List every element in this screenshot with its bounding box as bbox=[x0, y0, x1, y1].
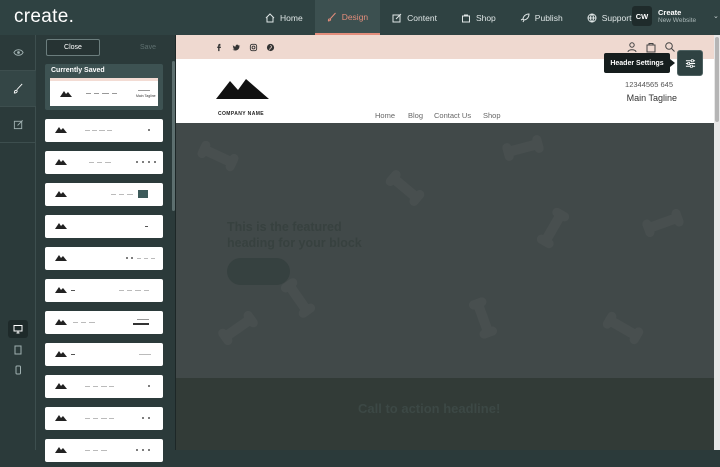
website-preview: COMPANY NAME Home Blog Contact Us Shop 1… bbox=[176, 35, 720, 450]
main-nav: Home Design Content Shop Publish Support bbox=[253, 0, 643, 35]
left-rail bbox=[0, 35, 36, 450]
app-logo[interactable]: create. bbox=[14, 6, 74, 28]
avatar[interactable]: CW bbox=[632, 6, 652, 26]
nav-publish[interactable]: Publish bbox=[508, 0, 575, 35]
currently-saved-card[interactable]: Currently Saved Main Tagline bbox=[45, 64, 163, 110]
user-name: Create bbox=[658, 8, 682, 17]
instagram-icon[interactable] bbox=[247, 41, 259, 53]
preview-scrollbar[interactable] bbox=[714, 35, 720, 450]
mobile-view-button[interactable] bbox=[8, 361, 28, 379]
currently-saved-label: Currently Saved bbox=[51, 67, 105, 74]
company-logo bbox=[216, 79, 269, 99]
design-tool-button[interactable] bbox=[0, 71, 36, 107]
preview-dim-overlay bbox=[176, 123, 714, 450]
sliders-icon bbox=[685, 58, 695, 68]
desktop-icon bbox=[13, 325, 23, 334]
facebook-icon[interactable] bbox=[213, 41, 225, 53]
site-tagline: Main Tagline bbox=[626, 93, 677, 103]
site-menu-home[interactable]: Home bbox=[375, 111, 395, 120]
edit-tool-button[interactable] bbox=[0, 107, 36, 143]
rocket-icon bbox=[520, 12, 530, 22]
twitter-icon[interactable] bbox=[230, 41, 242, 53]
brush-icon bbox=[13, 83, 23, 94]
company-name: COMPANY NAME bbox=[218, 111, 265, 117]
nav-content[interactable]: Content bbox=[380, 0, 449, 35]
bag-icon bbox=[461, 14, 470, 22]
edit-icon bbox=[392, 13, 402, 22]
preview-scrollbar-thumb[interactable] bbox=[715, 37, 719, 122]
site-phone: 12344565 645 bbox=[625, 80, 673, 89]
site-menu-shop[interactable]: Shop bbox=[483, 111, 501, 120]
header-layout-option[interactable] bbox=[45, 119, 163, 142]
tablet-view-button[interactable] bbox=[8, 341, 28, 359]
site-menu-contact[interactable]: Contact Us bbox=[434, 111, 471, 120]
eye-icon bbox=[12, 49, 24, 56]
header-layout-option[interactable] bbox=[45, 247, 163, 270]
preview-button[interactable] bbox=[0, 35, 36, 71]
header-settings-tooltip: Header Settings bbox=[604, 53, 675, 73]
header-layout-option[interactable] bbox=[45, 311, 163, 334]
account-icon[interactable] bbox=[626, 40, 638, 53]
header-layout-option[interactable] bbox=[45, 183, 163, 206]
globe-icon bbox=[587, 13, 597, 23]
header-layout-option[interactable] bbox=[45, 407, 163, 430]
header-layout-panel: Close Save Currently Saved Main Tagline bbox=[36, 35, 176, 462]
nav-shop-label: Shop bbox=[475, 12, 496, 23]
pinterest-icon[interactable] bbox=[264, 41, 276, 53]
nav-content-label: Content bbox=[407, 12, 437, 23]
saved-tagline: Main Tagline bbox=[136, 94, 156, 98]
header-layout-option[interactable] bbox=[45, 343, 163, 366]
saved-header-thumbnail: Main Tagline bbox=[50, 78, 158, 106]
header-layout-option[interactable] bbox=[45, 375, 163, 398]
edit-icon bbox=[13, 120, 23, 130]
nav-support-label: Support bbox=[601, 12, 632, 23]
cart-icon[interactable] bbox=[645, 40, 657, 53]
home-icon bbox=[265, 12, 275, 22]
nav-publish-label: Publish bbox=[534, 12, 563, 23]
website-name: New Website bbox=[658, 17, 697, 24]
search-icon[interactable] bbox=[664, 40, 676, 52]
close-button[interactable]: Close bbox=[46, 39, 100, 56]
header-settings-button[interactable] bbox=[677, 50, 703, 76]
desktop-view-button[interactable] bbox=[8, 320, 28, 338]
header-layout-option[interactable] bbox=[45, 215, 163, 238]
save-button[interactable]: Save bbox=[128, 39, 168, 56]
header-layout-option[interactable] bbox=[45, 439, 163, 462]
nav-shop[interactable]: Shop bbox=[449, 0, 508, 35]
header-layout-option[interactable] bbox=[45, 279, 163, 302]
header-layout-option[interactable] bbox=[45, 151, 163, 174]
user-menu[interactable]: CW Create New Website ⌄ bbox=[632, 6, 719, 26]
brush-icon bbox=[327, 12, 336, 21]
mobile-icon bbox=[15, 365, 21, 375]
nav-home[interactable]: Home bbox=[253, 0, 315, 35]
site-menu-blog[interactable]: Blog bbox=[408, 111, 423, 120]
nav-design-label: Design bbox=[341, 11, 369, 22]
top-bar: create. Home Design Content Shop Publish… bbox=[0, 0, 720, 35]
nav-home-label: Home bbox=[280, 12, 303, 23]
tablet-icon bbox=[14, 345, 22, 355]
nav-design[interactable]: Design bbox=[314, 0, 381, 35]
chevron-down-icon[interactable]: ⌄ bbox=[713, 12, 719, 20]
